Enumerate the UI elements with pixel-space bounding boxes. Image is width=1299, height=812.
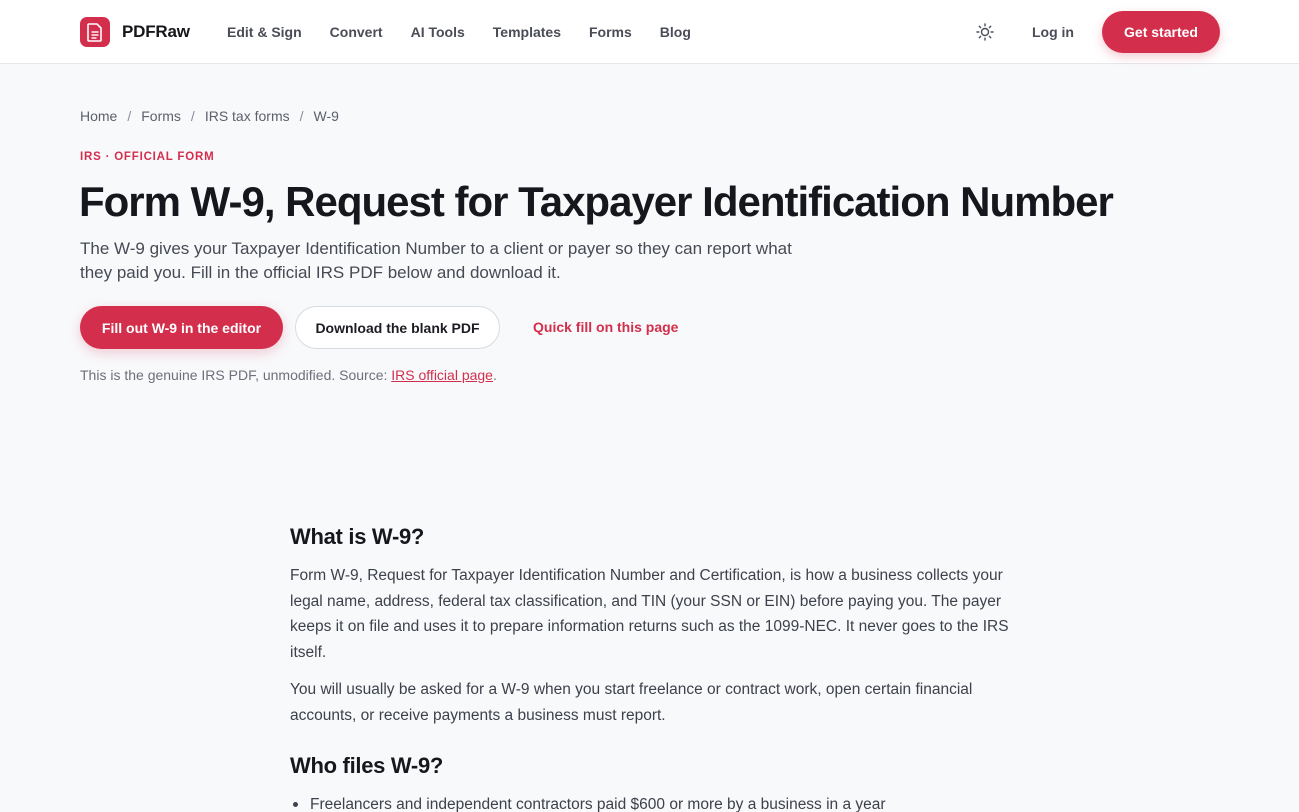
irs-official-page-link[interactable]: IRS official page xyxy=(391,367,493,383)
nav-convert[interactable]: Convert xyxy=(330,24,383,40)
breadcrumb-separator: / xyxy=(299,108,304,124)
quick-fill-link[interactable]: Quick fill on this page xyxy=(533,319,678,335)
what-is-paragraph-1: Form W-9, Request for Taxpayer Identific… xyxy=(290,567,1009,661)
source-note-text: This is the genuine IRS PDF, unmodified.… xyxy=(80,367,392,383)
nav-templates[interactable]: Templates xyxy=(493,24,561,40)
nav-blog[interactable]: Blog xyxy=(660,24,691,40)
breadcrumb-current: W-9 xyxy=(313,108,339,124)
download-blank-pdf-button[interactable]: Download the blank PDF xyxy=(295,306,500,349)
login-link[interactable]: Log in xyxy=(1032,24,1074,40)
fill-in-editor-button[interactable]: Fill out W-9 in the editor xyxy=(80,306,283,349)
breadcrumb-separator: / xyxy=(127,108,132,124)
breadcrumb-irs-tax-forms[interactable]: IRS tax forms xyxy=(205,108,290,124)
breadcrumb-forms[interactable]: Forms xyxy=(141,108,181,124)
source-note-suffix: . xyxy=(492,367,497,383)
page-subtitle: The W-9 gives your Taxpayer Identificati… xyxy=(80,239,792,282)
top-navigation-bar: PDFRaw Edit & Sign Convert AI Tools Temp… xyxy=(0,0,1299,64)
main-nav: Edit & Sign Convert AI Tools Templates F… xyxy=(227,0,719,64)
bullet-icon xyxy=(293,802,298,807)
sun-icon[interactable] xyxy=(975,22,995,42)
eyebrow-label: IRS · OFFICIAL FORM xyxy=(80,151,215,163)
breadcrumb: Home / Forms / IRS tax forms / W-9 xyxy=(80,108,339,124)
list-item: Freelancers and independent contractors … xyxy=(290,792,1010,812)
who-files-heading: Who files W-9? xyxy=(290,753,444,778)
who-files-list: Freelancers and independent contractors … xyxy=(290,792,1010,812)
document-icon xyxy=(80,17,110,47)
nav-edit-sign[interactable]: Edit & Sign xyxy=(227,24,302,40)
nav-ai-tools[interactable]: AI Tools xyxy=(411,24,465,40)
breadcrumb-home[interactable]: Home xyxy=(80,108,117,124)
what-is-heading: What is W-9? xyxy=(290,524,425,549)
get-started-button[interactable]: Get started xyxy=(1102,11,1220,53)
page-title: Form W-9, Request for Taxpayer Identific… xyxy=(79,178,1114,225)
list-item-text: Freelancers and independent contractors … xyxy=(310,796,886,812)
brand-name: PDFRaw xyxy=(122,22,190,41)
nav-forms[interactable]: Forms xyxy=(589,24,632,40)
breadcrumb-separator: / xyxy=(190,108,195,124)
brand-logo[interactable]: PDFRaw xyxy=(80,17,190,47)
source-note: This is the genuine IRS PDF, unmodified.… xyxy=(80,367,497,383)
what-is-paragraph-2: You will usually be asked for a W-9 when… xyxy=(290,681,973,724)
